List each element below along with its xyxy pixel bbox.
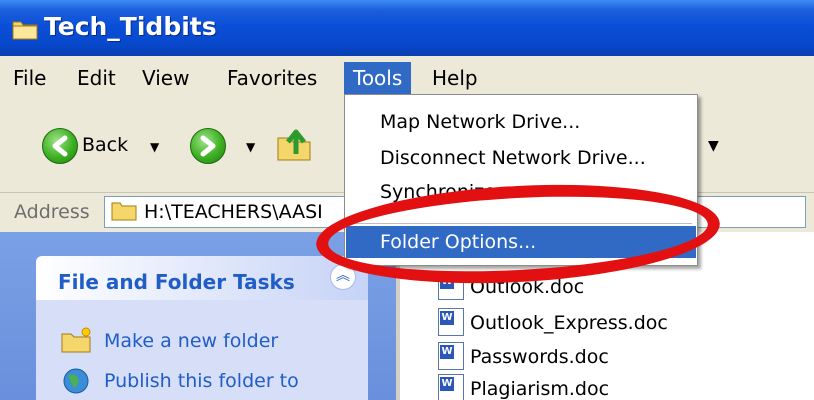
new-folder-icon — [61, 327, 91, 353]
forward-dropdown-icon[interactable]: ▼ — [246, 140, 255, 154]
menu-item-disconnect-network-drive[interactable]: Disconnect Network Drive... — [346, 142, 696, 174]
menu-tools[interactable]: Tools — [344, 62, 412, 94]
menu-edit[interactable]: Edit — [68, 62, 125, 94]
task-publish-folder[interactable]: Publish this folder to — [104, 370, 299, 392]
folder-icon — [12, 21, 38, 40]
address-value: H:\TEACHERS\AASI — [144, 201, 323, 223]
task-make-new-folder[interactable]: Make a new folder — [104, 330, 278, 352]
file-item[interactable]: Outlook_Express.doc — [470, 312, 668, 334]
file-item[interactable]: Plagiarism.doc — [470, 378, 609, 400]
folder-icon — [111, 202, 137, 221]
back-dropdown-icon[interactable]: ▼ — [150, 140, 159, 154]
word-doc-icon: W — [438, 342, 464, 370]
address-label: Address — [14, 201, 90, 223]
tasks-title[interactable]: File and Folder Tasks — [58, 270, 295, 294]
menu-favorites[interactable]: Favorites — [218, 62, 326, 94]
menu-file[interactable]: File — [4, 62, 55, 94]
back-arrow-icon[interactable] — [42, 128, 78, 164]
word-doc-icon: W — [438, 308, 464, 336]
up-folder-icon[interactable] — [274, 124, 314, 164]
file-item[interactable]: Passwords.doc — [470, 346, 609, 368]
explorer-window: Tech_Tidbits File Edit View Favorites To… — [0, 0, 814, 400]
word-doc-icon: W — [438, 374, 464, 400]
forward-arrow-icon[interactable] — [190, 128, 226, 164]
menu-item-map-network-drive[interactable]: Map Network Drive... — [346, 106, 696, 138]
views-dropdown-icon[interactable]: ▼ — [708, 138, 719, 154]
window-title: Tech_Tidbits — [44, 12, 217, 41]
menu-view[interactable]: View — [133, 62, 198, 94]
globe-icon — [63, 368, 89, 394]
back-button[interactable]: Back — [82, 134, 128, 156]
menu-help[interactable]: Help — [423, 62, 487, 94]
